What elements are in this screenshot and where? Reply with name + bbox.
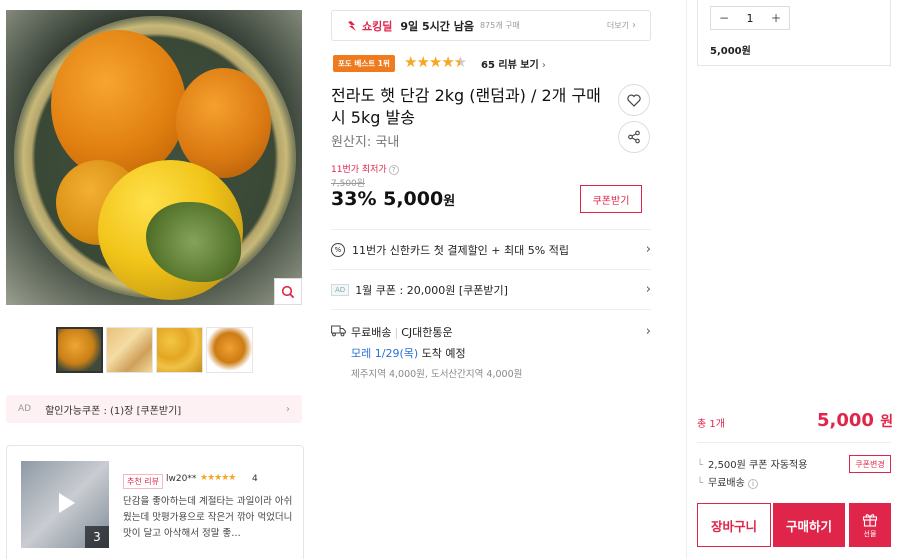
zoom-button[interactable] [274,278,302,305]
review-score: 4 [252,474,258,484]
product-title: 전라도 햇 단감 2kg (랜덤과) / 2개 구매시 5kg 발송 [331,86,601,127]
gift-button[interactable]: 선물 [849,503,891,547]
truck-icon [331,325,346,337]
discount-coupon-bar[interactable]: AD 할인가능쿠폰 : (1)장 [쿠폰받기] › [6,395,302,423]
gift-icon [862,513,878,527]
share-button[interactable] [618,121,650,153]
help-icon[interactable]: ? [388,165,399,175]
persimmon-image [176,68,271,178]
card-benefit-row[interactable]: % 11번가 신한카드 첫 결제할인 + 최대 5% 적립 › [331,229,651,269]
shipping-row[interactable]: 무료배송 | CJ대한통운 모레 1/29(목) 도착 예정 제주지역 4,000원… [331,309,651,380]
search-icon [281,285,295,298]
deal-more-link[interactable]: 더보기 [607,20,629,31]
coupon-download-button[interactable]: 쿠폰받기 [580,185,642,213]
info-icon[interactable]: i [748,479,759,489]
thumbnail-1[interactable] [56,327,103,373]
heart-icon [627,93,641,107]
chevron-right-icon: › [286,403,290,415]
monthly-coupon-row[interactable]: AD 1월 쿠폰 : 20,000원 [쿠폰받기] › [331,269,651,309]
thumbnail-3[interactable] [156,327,203,373]
quantity-value[interactable]: 1 [737,12,763,25]
gift-label: 선물 [863,529,877,538]
monthly-coupon-text: 1월 쿠폰 : 20,000원 [쿠폰받기] [355,283,508,297]
free-shipping-text: └ 무료배송 i [697,474,759,489]
arrival-suffix: 도착 예정 [421,347,466,360]
review-stars: ★★★★★ [200,473,236,483]
card-benefit-text: 11번가 신한카드 첫 결제할인 + 최대 5% 적립 [352,243,569,257]
review-card[interactable]: 3 추천 리뷰 lw20** ★★★★★ 4 단감을 좋아하는데 계절타는 과일… [6,445,304,559]
total-price: 5,000 원 [817,410,894,431]
recommended-review-badge: 추천 리뷰 [123,474,163,489]
shipping-carrier: CJ대한통운 [401,326,453,339]
product-main-image[interactable] [6,10,302,305]
quantity-stepper[interactable]: − 1 + [710,6,790,30]
best-badge: 포도 베스트 1위 [333,55,395,72]
sale-price: 33% 5,000원 [331,188,455,210]
add-to-cart-button[interactable]: 장바구니 [697,503,771,547]
current-price: 5,000 [383,188,444,210]
chevron-right-icon: › [645,282,651,297]
rating-stars: ★★★★★ [404,53,467,71]
percent-icon: % [331,242,345,257]
ad-tag: AD [331,283,350,296]
persimmon-image [51,30,186,180]
media-count: 3 [85,526,109,548]
share-icon [628,130,640,144]
plus-button[interactable]: + [763,11,789,25]
deal-time-left: 9일 5시간 남음 [400,19,474,33]
coupon-change-button[interactable]: 쿠폰변경 [849,455,891,473]
minus-button[interactable]: − [711,11,737,25]
shipping-info: 무료배송 | CJ대한통운 모레 1/29(목) 도착 예정 제주지역 4,000원… [351,326,523,380]
review-video-thumbnail[interactable]: 3 [21,461,109,548]
thumbnail-list [56,327,253,373]
deal-name: 쇼킹딜 [362,19,393,33]
discount-rate: 33% [331,188,377,210]
review-link[interactable]: 65 리뷰 보기 › [481,56,546,71]
ad-label: AD [18,404,32,414]
shocking-deal-bar[interactable]: 쇼킹딜 9일 5시간 남음 875개 구매 더보기 › [331,10,651,41]
chevron-right-icon: › [632,20,636,31]
thumbnail-4[interactable] [206,327,253,373]
chevron-right-icon: › [645,242,651,257]
chevron-right-icon: › [541,60,546,71]
buy-now-button[interactable]: 구매하기 [773,503,845,547]
wishlist-button[interactable] [618,84,650,116]
total-quantity: 총 1개 [697,419,725,430]
product-origin: 원산지: 국내 [331,135,400,150]
play-icon [59,493,75,513]
shocking-deal-icon [348,20,356,31]
chevron-right-icon: › [645,324,651,339]
shipping-type: 무료배송 [351,326,392,339]
currency: 원 [443,194,456,209]
review-text: 단감을 좋아하는데 계절타는 과일이라 아쉬웠는데 맛평가용으로 작은거 깎아 … [123,496,293,539]
arrival-date: 모레 1/29(목) [351,347,419,360]
deal-purchase-count: 875개 구매 [479,21,520,30]
coupon-text: 할인가능쿠폰 : (1)장 [쿠폰받기] [45,405,182,417]
lowest-price-label: 11번가 최저가? [331,162,399,175]
thumbnail-2[interactable] [106,327,153,373]
auto-coupon-text: └ 2,500원 쿠폰 자동적용 [697,460,808,471]
review-user: lw20** [166,474,197,484]
option-price: 5,000원 [710,46,751,57]
divider [697,442,891,443]
shipping-extra-fee: 제주지역 4,000원, 도서산간지역 4,000원 [351,369,523,380]
